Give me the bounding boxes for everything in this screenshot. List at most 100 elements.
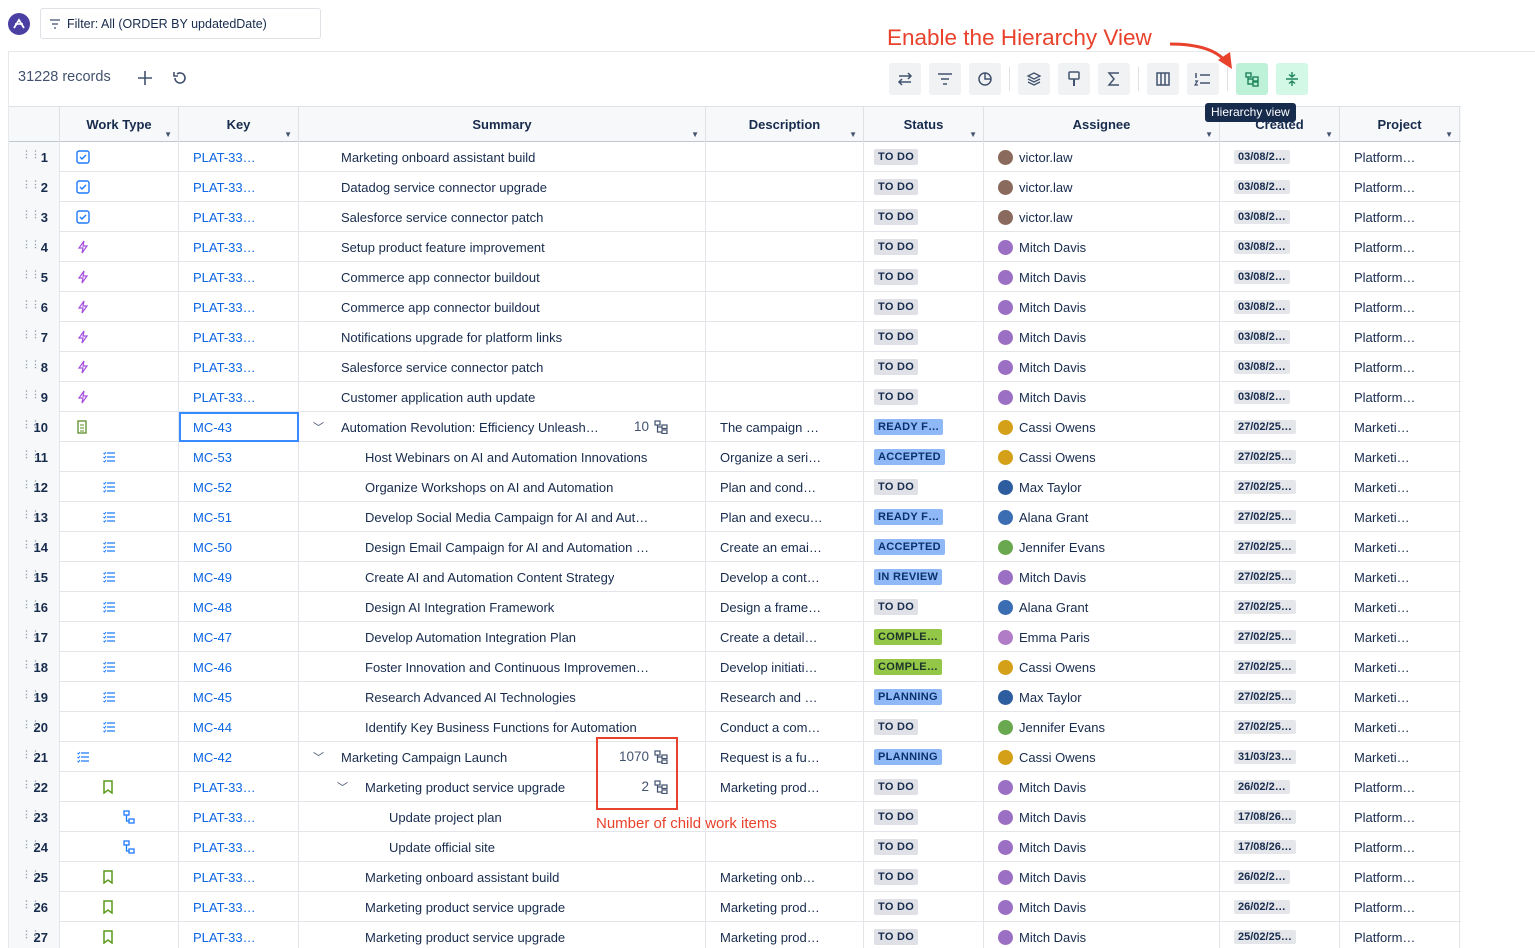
issue-key-link[interactable]: PLAT-33… [193, 360, 256, 375]
drag-handle-icon[interactable]: ⋮⋮ [22, 660, 40, 672]
drag-handle-icon[interactable]: ⋮⋮ [22, 870, 40, 882]
issue-key-link[interactable]: PLAT-33… [193, 390, 256, 405]
status-badge[interactable]: TO DO [874, 239, 919, 255]
status-badge[interactable]: PLANNING [874, 749, 942, 765]
column-header-key[interactable]: Key ▼ [179, 107, 299, 142]
drag-handle-icon[interactable]: ⋮⋮ [22, 930, 40, 942]
summary-cell[interactable]: Commerce app connector buildout [299, 292, 706, 322]
key-cell[interactable]: MC-48 [179, 592, 299, 622]
key-cell[interactable]: PLAT-33… [179, 172, 299, 202]
table-row[interactable]: ⋮⋮ 26 PLAT-33… Marketing product service up… [9, 892, 1461, 922]
status-cell[interactable]: PLANNING [864, 742, 984, 772]
status-cell[interactable]: TO DO [864, 292, 984, 322]
sort-chevron-icon[interactable]: ▼ [1205, 130, 1213, 139]
key-cell[interactable]: MC-46 [179, 652, 299, 682]
chart-button[interactable] [969, 63, 1001, 95]
issue-key-link[interactable]: PLAT-33… [193, 870, 256, 885]
assignee-cell[interactable]: Mitch Davis [984, 382, 1220, 412]
add-record-button[interactable] [134, 67, 156, 89]
paint-button[interactable] [1058, 63, 1090, 95]
summary-cell[interactable]: Create AI and Automation Content Strateg… [299, 562, 706, 592]
key-cell[interactable]: PLAT-33… [179, 262, 299, 292]
table-row[interactable]: ⋮⋮ 3 PLAT-33… Salesforce service connector … [9, 202, 1461, 232]
description-cell[interactable] [706, 202, 864, 232]
key-cell[interactable]: PLAT-33… [179, 892, 299, 922]
sort-chevron-icon[interactable]: ▼ [691, 130, 699, 139]
drag-handle-icon[interactable]: ⋮⋮ [22, 630, 40, 642]
issue-key-link[interactable]: MC-50 [193, 540, 232, 555]
summary-cell[interactable]: Salesforce service connector patch [299, 202, 706, 232]
description-cell[interactable]: Develop a cont… [706, 562, 864, 592]
project-cell[interactable]: Marketi… [1340, 532, 1460, 562]
description-cell[interactable]: Create an emai… [706, 532, 864, 562]
summary-cell[interactable]: Develop Social Media Campaign for AI and… [299, 502, 706, 532]
status-cell[interactable]: TO DO [864, 592, 984, 622]
key-cell[interactable]: PLAT-33… [179, 232, 299, 262]
status-cell[interactable]: TO DO [864, 202, 984, 232]
description-cell[interactable]: Marketing prod… [706, 922, 864, 948]
project-cell[interactable]: Marketi… [1340, 712, 1460, 742]
key-cell[interactable]: PLAT-33… [179, 922, 299, 948]
table-row[interactable]: ⋮⋮ 15 MC-49 Create AI and Automation Conten… [9, 562, 1461, 592]
assignee-cell[interactable]: Alana Grant [984, 592, 1220, 622]
summary-cell[interactable]: Marketing product service upgrade [299, 922, 706, 948]
project-cell[interactable]: Marketi… [1340, 502, 1460, 532]
expand-chevron-icon[interactable]: ﹀ [313, 749, 324, 765]
status-cell[interactable]: TO DO [864, 142, 984, 172]
assignee-cell[interactable]: Mitch Davis [984, 862, 1220, 892]
issue-key-link[interactable]: PLAT-33… [193, 270, 256, 285]
key-cell[interactable]: MC-47 [179, 622, 299, 652]
assignee-cell[interactable]: Mitch Davis [984, 802, 1220, 832]
project-cell[interactable]: Platform… [1340, 892, 1460, 922]
expand-chevron-icon[interactable]: ﹀ [337, 779, 348, 795]
table-row[interactable]: ⋮⋮ 13 MC-51 Develop Social Media Campaign f… [9, 502, 1461, 532]
drag-handle-icon[interactable]: ⋮⋮ [22, 510, 40, 522]
summary-cell[interactable]: Host Webinars on AI and Automation Innov… [299, 442, 706, 472]
summary-cell[interactable]: Develop Automation Integration Plan [299, 622, 706, 652]
sum-button[interactable] [1098, 63, 1130, 95]
status-cell[interactable]: TO DO [864, 322, 984, 352]
project-cell[interactable]: Platform… [1340, 232, 1460, 262]
drag-handle-icon[interactable]: ⋮⋮ [22, 600, 40, 612]
sort-chevron-icon[interactable]: ▼ [164, 130, 172, 139]
drag-handle-icon[interactable]: ⋮⋮ [22, 210, 40, 222]
status-badge[interactable]: TO DO [874, 329, 919, 345]
table-row[interactable]: ⋮⋮ 22 PLAT-33… ﹀ Marketing product service u… [9, 772, 1461, 802]
status-badge[interactable]: TO DO [874, 269, 919, 285]
table-row[interactable]: ⋮⋮ 7 PLAT-33… Notifications upgrade for pla… [9, 322, 1461, 352]
drag-handle-icon[interactable]: ⋮⋮ [22, 270, 40, 282]
table-row[interactable]: ⋮⋮ 10 MC-43 ﹀ Automation Revolution: Efficie… [9, 412, 1461, 442]
status-badge[interactable]: TO DO [874, 209, 919, 225]
assignee-cell[interactable]: Cassi Owens [984, 652, 1220, 682]
column-header-status[interactable]: Status ▼ [864, 107, 984, 142]
project-cell[interactable]: Marketi… [1340, 592, 1460, 622]
description-cell[interactable]: Plan and cond… [706, 472, 864, 502]
summary-cell[interactable]: Setup product feature improvement [299, 232, 706, 262]
status-badge[interactable]: ACCEPTED [874, 539, 945, 555]
assignee-cell[interactable]: victor.law [984, 142, 1220, 172]
key-cell[interactable]: PLAT-33… [179, 772, 299, 802]
description-cell[interactable] [706, 232, 864, 262]
summary-cell[interactable]: Organize Workshops on AI and Automation [299, 472, 706, 502]
key-cell[interactable]: MC-53 [179, 442, 299, 472]
project-cell[interactable]: Marketi… [1340, 682, 1460, 712]
issue-key-link[interactable]: MC-43 [193, 420, 232, 435]
project-cell[interactable]: Marketi… [1340, 742, 1460, 772]
description-cell[interactable]: The campaign … [706, 412, 864, 442]
swap-button[interactable] [889, 63, 921, 95]
drag-handle-icon[interactable]: ⋮⋮ [22, 390, 40, 402]
project-cell[interactable]: Marketi… [1340, 412, 1460, 442]
description-cell[interactable]: Design a frame… [706, 592, 864, 622]
status-badge[interactable]: TO DO [874, 599, 919, 615]
project-cell[interactable]: Marketi… [1340, 472, 1460, 502]
issue-key-link[interactable]: MC-53 [193, 450, 232, 465]
description-cell[interactable]: Marketing prod… [706, 892, 864, 922]
status-badge[interactable]: TO DO [874, 389, 919, 405]
collapse-button[interactable] [1276, 63, 1308, 95]
description-cell[interactable]: Create a detail… [706, 622, 864, 652]
drag-handle-icon[interactable]: ⋮⋮ [22, 750, 40, 762]
status-badge[interactable]: READY F… [874, 509, 944, 525]
description-cell[interactable]: Organize a seri… [706, 442, 864, 472]
summary-cell[interactable]: Customer application auth update [299, 382, 706, 412]
issue-key-link[interactable]: PLAT-33… [193, 900, 256, 915]
